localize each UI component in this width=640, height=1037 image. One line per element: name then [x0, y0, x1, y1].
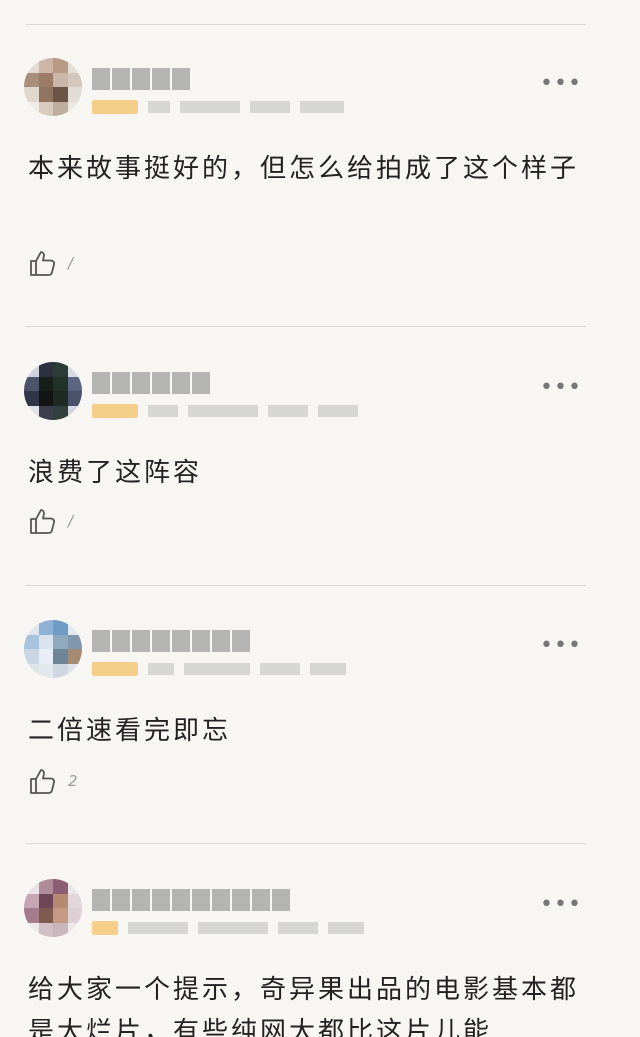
- more-options-icon[interactable]: •••: [540, 635, 581, 660]
- avatar[interactable]: [24, 362, 82, 420]
- more-options-icon[interactable]: •••: [540, 377, 581, 402]
- user-meta-blurred: [92, 404, 358, 418]
- comment-feed: ••• 本来故事挺好的，但怎么给拍成了这个样子 / ••• 浪费了这阵容 / •…: [0, 0, 640, 1037]
- like-button[interactable]: /: [28, 248, 73, 278]
- comment-text: 二倍速看完即忘: [28, 716, 232, 746]
- comment-text: 给大家一个提示，奇异果出品的电影基本都是大烂片，有些纯网大都比这片儿能: [28, 975, 580, 1037]
- thumbs-up-icon: [30, 769, 55, 794]
- username-blurred[interactable]: [92, 889, 290, 911]
- level-badge: [92, 921, 118, 935]
- comment-item: ••• 本来故事挺好的，但怎么给拍成了这个样子 /: [0, 58, 640, 288]
- divider: [26, 585, 586, 586]
- divider: [26, 326, 586, 327]
- thumbs-up-icon: [30, 509, 55, 534]
- more-options-icon[interactable]: •••: [540, 73, 581, 98]
- comment-text: 浪费了这阵容: [28, 458, 203, 488]
- username-blurred[interactable]: [92, 372, 210, 394]
- user-meta-blurred: [92, 921, 364, 935]
- like-count: /: [68, 512, 74, 530]
- level-badge: [92, 404, 138, 418]
- comment-item: ••• 给大家一个提示，奇异果出品的电影基本都是大烂片，有些纯网大都比这片儿能: [0, 879, 640, 1037]
- username-blurred[interactable]: [92, 68, 190, 90]
- user-meta-blurred: [92, 100, 344, 114]
- username-blurred[interactable]: [92, 630, 250, 652]
- like-button[interactable]: /: [28, 506, 73, 536]
- like-count: /: [68, 254, 74, 272]
- level-badge: [92, 662, 138, 676]
- user-meta-blurred: [92, 662, 346, 676]
- level-badge: [92, 100, 138, 114]
- like-count: 2: [68, 772, 78, 790]
- avatar[interactable]: [24, 879, 82, 937]
- thumbs-up-icon: [30, 251, 55, 276]
- like-button[interactable]: 2: [28, 766, 78, 796]
- more-options-icon[interactable]: •••: [540, 894, 581, 919]
- divider: [26, 24, 586, 25]
- comment-text: 本来故事挺好的，但怎么给拍成了这个样子: [28, 154, 580, 184]
- avatar[interactable]: [24, 58, 82, 116]
- comment-item: ••• 浪费了这阵容 /: [0, 362, 640, 552]
- avatar[interactable]: [24, 620, 82, 678]
- divider: [26, 843, 586, 844]
- comment-item: ••• 二倍速看完即忘 2: [0, 620, 640, 810]
